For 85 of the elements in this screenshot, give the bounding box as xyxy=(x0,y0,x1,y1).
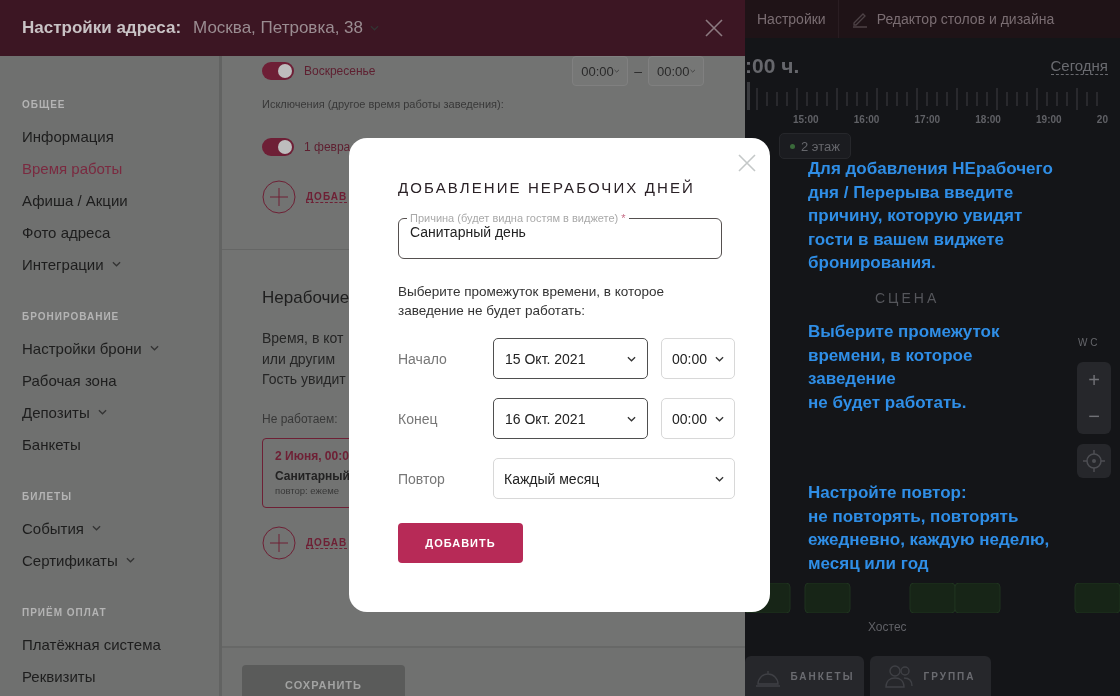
date-select[interactable]: 16 Окт. 2021 xyxy=(493,398,648,439)
sidebar-item[interactable]: Платёжная система xyxy=(22,628,219,660)
group-button[interactable]: ГРУППА xyxy=(870,656,991,696)
chevron-down-icon xyxy=(91,525,101,531)
current-time: :00 ч. xyxy=(745,54,800,78)
add-button[interactable]: ДОБАВИТЬ xyxy=(398,523,523,563)
locate-button[interactable] xyxy=(1077,444,1111,478)
sidebar-item[interactable]: Настройки брони xyxy=(22,332,219,364)
close-icon[interactable] xyxy=(705,19,723,37)
closure-date: 2 Июня, 00:0 xyxy=(275,448,350,463)
toggle-switch[interactable] xyxy=(262,62,294,80)
timeline-label: 18:00 xyxy=(975,114,1001,125)
hint-text: Для добавления НЕрабочего дня / Перерыва введите причину, которую увидят гости в вашем виджете бронирования. xyxy=(808,158,1053,274)
zoom-in-button[interactable]: + xyxy=(1077,362,1111,398)
section-title: Нерабочие xyxy=(262,288,350,308)
sidebar-item[interactable]: Время работы xyxy=(22,152,219,184)
chevron-down-icon xyxy=(97,409,107,415)
chevron-down-icon xyxy=(111,261,121,267)
chevron-down-icon xyxy=(125,557,135,563)
sidebar-item[interactable]: Депозиты xyxy=(22,396,219,428)
row-label: Начало xyxy=(398,350,448,367)
time-select[interactable]: 00:00 xyxy=(648,56,704,86)
chevron-down-icon xyxy=(627,355,636,362)
reason-field[interactable]: Причина (будет видна гостям в виджете) * Санитарный день xyxy=(398,212,722,259)
hint-text: Выберите промежуток времени, в которое заведение не будет работать. xyxy=(808,321,1000,414)
chevron-down-icon xyxy=(689,68,695,74)
chevron-down-icon xyxy=(613,68,620,74)
sidebar-heading: ПРИЁМ ОПЛАТ xyxy=(22,606,108,620)
today-link[interactable]: Сегодня xyxy=(1050,57,1108,75)
stage-label: СЦЕНА xyxy=(875,290,940,306)
add-circle-icon[interactable] xyxy=(262,525,296,560)
sidebar-item[interactable]: Информация xyxy=(22,120,219,152)
hint-text: Настройте повтор: не повторять, повторять ежедневно, каждую неделю, месяц или год xyxy=(808,482,1050,575)
sidebar-item[interactable]: Интеграции xyxy=(22,248,219,280)
sidebar-item[interactable]: Афиша / Акции xyxy=(22,184,219,216)
timeline-label: 17:00 xyxy=(914,114,941,125)
sidebar-heading: БРОНИРОВАНИЕ xyxy=(22,310,121,324)
status-dot xyxy=(790,143,795,149)
timeline-label: 20 xyxy=(1096,114,1108,125)
repeat-select[interactable]: Каждый месяц xyxy=(493,458,735,499)
crosshair-icon xyxy=(1083,450,1105,472)
time-select[interactable]: 00:00 xyxy=(661,338,735,379)
description-text: Время, в кот или другим Гость увидит xyxy=(262,329,346,389)
toggle-switch[interactable] xyxy=(262,138,294,156)
range-dash: – xyxy=(634,63,642,79)
chevron-down-icon xyxy=(715,415,724,422)
sidebar-item[interactable]: События xyxy=(22,512,219,544)
sidebar-heading: ОБЩЕЕ xyxy=(22,98,67,112)
add-link[interactable]: ДОБАВ xyxy=(306,536,348,549)
time-select[interactable]: 00:00 xyxy=(572,56,629,86)
date-select[interactable]: 15 Окт. 2021 xyxy=(493,338,648,379)
wc-label: W C xyxy=(1078,337,1098,348)
timeline-label: 16:00 xyxy=(853,114,880,125)
address-selector[interactable]: Москва, Петровка, 38 xyxy=(193,18,379,38)
toggle-label: Воскресенье xyxy=(304,64,376,78)
timeline-label: 19:00 xyxy=(1036,114,1062,125)
hostess-label: Хостес xyxy=(868,620,907,634)
add-circle-icon[interactable] xyxy=(262,180,296,214)
floor-chip[interactable]: 2 этаж xyxy=(779,133,851,159)
time-select[interactable]: 00:00 xyxy=(661,398,735,439)
editor-tab[interactable]: Редактор столов и дизайна xyxy=(837,0,1067,38)
modal-title: ДОБАВЛЕНИЕ НЕРАБОЧИХ ДНЕЙ xyxy=(398,179,696,196)
sidebar-item[interactable]: Сертификаты xyxy=(22,544,219,576)
timeline-label: 15:00 xyxy=(793,114,819,125)
settings-tab[interactable]: Настройки xyxy=(745,0,838,38)
banquet-button[interactable]: БАНКЕТЫ xyxy=(745,656,864,696)
drawer-title: Настройки адреса: xyxy=(22,18,182,38)
chevron-down-icon xyxy=(715,475,724,482)
chevron-down-icon xyxy=(149,345,159,351)
list-label: Не работаем: xyxy=(262,411,338,426)
exceptions-label: Исключения (другое время работы заведения): xyxy=(262,98,504,112)
chevron-down-icon xyxy=(370,25,379,31)
add-link[interactable]: ДОБАВ xyxy=(306,191,348,203)
sidebar-item[interactable]: Фото адреса xyxy=(22,216,219,248)
sidebar-item[interactable]: Банкеты xyxy=(22,428,219,460)
sidebar-heading: БИЛЕТЫ xyxy=(22,490,73,504)
prompt-text: Выберите промежуток времени, в которое заведение не будет работать: xyxy=(398,283,665,320)
zoom-out-button[interactable]: − xyxy=(1077,398,1111,434)
people-icon xyxy=(885,664,914,688)
chevron-down-icon xyxy=(627,415,636,422)
sidebar-item[interactable]: Рабочая зона xyxy=(22,364,219,396)
toggle-label: 1 февра xyxy=(304,140,351,154)
sidebar-item[interactable]: Реквизиты xyxy=(22,660,219,692)
chevron-down-icon xyxy=(715,355,724,362)
row-label: Конец xyxy=(398,410,439,427)
